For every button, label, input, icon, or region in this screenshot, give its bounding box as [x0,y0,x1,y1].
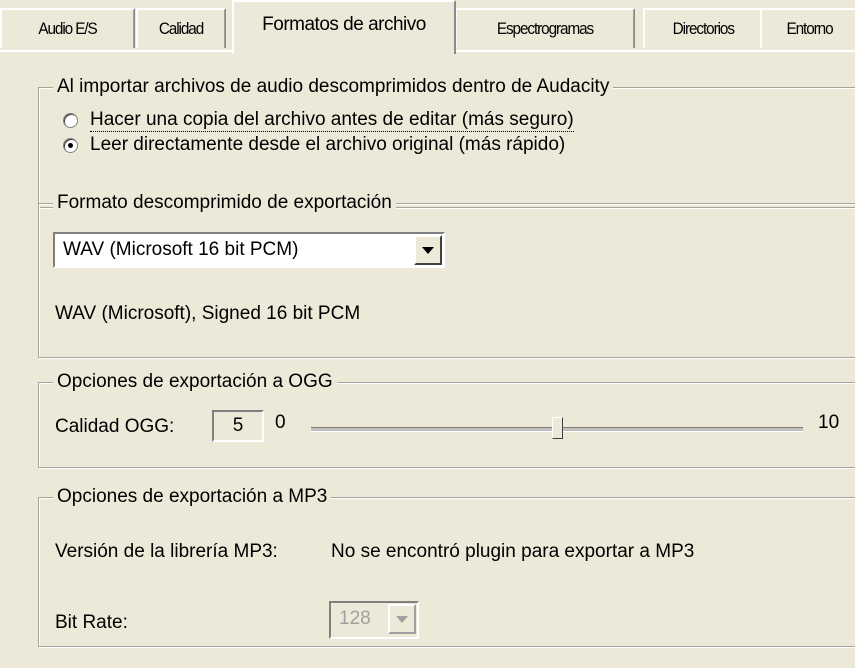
tab-formatos-de-archivo[interactable]: Formatos de archivo [232,0,456,54]
ogg-slider-min-label: 0 [275,412,286,433]
ogg-quality-label: Calidad OGG: [55,416,175,437]
ogg-quality-slider-thumb[interactable] [551,417,563,439]
mp3-version-label: Versión de la librería MP3: [55,541,278,562]
mp3-bitrate-dropdown[interactable]: 128 [329,601,419,639]
tab-directorios[interactable]: Directorios [643,8,764,48]
export-format-value: WAV (Microsoft 16 bit PCM) [63,239,299,260]
mp3-version-value: No se encontró plugin para exportar a MP… [331,541,695,562]
export-format-description: WAV (Microsoft), Signed 16 bit PCM [55,303,361,324]
chevron-down-icon [422,246,434,254]
radio-option-copy[interactable]: Hacer una copia del archivo antes de edi… [63,109,574,132]
dropdown-button[interactable] [414,235,442,265]
dropdown-button[interactable] [388,604,416,634]
export-format-dropdown[interactable]: WAV (Microsoft 16 bit PCM) [53,232,445,268]
mp3-group-title: Opciones de exportación a MP3 [53,485,332,509]
import-group: Al importar archivos de audio descomprim… [38,75,855,208]
export-format-title: Formato descomprimido de exportación [53,191,396,215]
ogg-group-title: Opciones de exportación a OGG [53,370,337,394]
ogg-slider-max-label: 10 [818,412,840,433]
tab-panel-formatos: Al importar archivos de audio descomprim… [0,50,855,668]
mp3-bitrate-label: Bit Rate: [55,612,128,633]
tab-strip: Audio E/S Calidad Espectrogramas Directo… [0,0,855,54]
mp3-bitrate-value: 128 [339,608,371,629]
tab-espectrogramas[interactable]: Espectrogramas [455,8,635,48]
radio-direct-label: Leer directamente desde el archivo origi… [90,134,566,155]
chevron-down-icon [396,615,408,623]
ogg-group: Opciones de exportación a OGG Calidad OG… [38,370,855,468]
radio-copy-indicator[interactable] [63,113,78,128]
tab-audio-es[interactable]: Audio E/S [0,8,135,48]
tab-entorno[interactable]: Entorno [760,8,855,48]
ogg-quality-value: 5 [212,410,264,442]
tab-calidad[interactable]: Calidad [136,8,226,48]
radio-direct-indicator[interactable] [63,137,78,153]
radio-copy-label: Hacer una copia del archivo antes de edi… [90,109,574,132]
radio-option-direct[interactable]: Leer directamente desde el archivo origi… [63,134,565,156]
mp3-group: Opciones de exportación a MP3 Versión de… [38,485,855,647]
import-group-title: Al importar archivos de audio descomprim… [53,75,614,99]
export-format-group: Formato descomprimido de exportación WAV… [38,191,855,358]
